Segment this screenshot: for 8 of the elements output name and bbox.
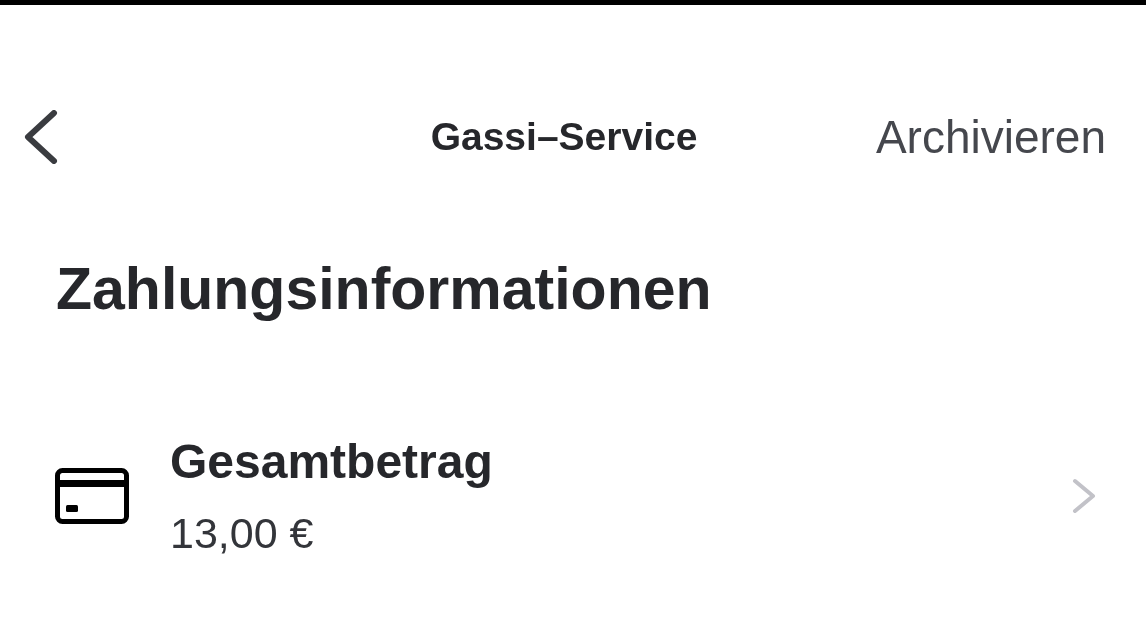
credit-card-icon [55, 468, 129, 525]
back-chevron-icon [22, 110, 58, 164]
back-button[interactable] [22, 110, 58, 164]
archive-link[interactable]: Archivieren [875, 110, 1106, 164]
row-value: 13,00 € [170, 508, 314, 560]
section-heading: Zahlungsinformationen [56, 255, 712, 324]
nav-title: Gassi–Service [430, 115, 698, 159]
row-label: Gesamtbetrag [170, 433, 493, 490]
